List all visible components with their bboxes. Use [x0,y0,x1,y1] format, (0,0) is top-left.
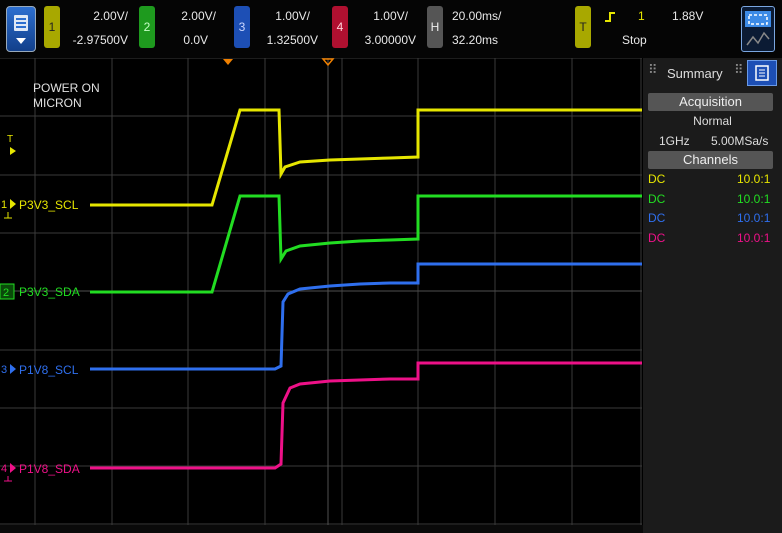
ch1-coupling: DC [648,172,666,186]
trigger-level-marker-letter: T [7,134,13,145]
channel-2-scale: 2.00V/ [181,9,216,23]
rising-edge-icon [605,12,615,22]
channel-2-button[interactable]: 2 [139,6,155,48]
run-status: Stop [622,33,647,47]
sample-rate: 5.00MSa/s [711,134,769,148]
ch2-coupling: DC [648,192,666,206]
trigger-source: 1 [638,9,645,23]
acquisition-mode: Normal [693,114,732,128]
channel-4-offset: 3.00000V [364,33,416,47]
bandwidth: 1GHz [659,134,690,148]
top-status-bar: 1 2.00V/ -2.97500V 2 2.00V/ 0.0V 3 1.00V… [0,0,782,58]
channel-4-button[interactable]: 4 [332,6,348,48]
panel-menu-button[interactable] [747,60,777,86]
menu-down-icon [14,15,28,44]
ch1-probe: 10.0:1 [737,172,771,186]
channel-4-scale: 1.00V/ [373,9,408,23]
channel-3-scale: 1.00V/ [275,9,310,23]
horizontal-scale: 20.00ms/ [452,9,502,23]
channel-3-offset: 1.32500V [266,33,318,47]
channel-2-offset: 0.0V [183,33,208,47]
ch3-coupling: DC [648,211,666,225]
screen-annotation-line2: MICRON [33,96,82,110]
channel-4-marker-number: 4 [1,463,7,475]
acquisition-header[interactable]: Acquisition [648,93,773,111]
channel-1-button[interactable]: 1 [44,6,60,48]
panel-tab-summary[interactable]: Summary [667,66,723,90]
screen-annotation-line1: POWER ON [33,81,100,95]
list-icon [755,65,769,81]
ch3-probe: 10.0:1 [737,211,771,225]
panel-grip-icon[interactable]: ⠿ [648,62,658,86]
ch2-probe: 10.0:1 [737,192,771,206]
panel-grip-icon-2[interactable]: ⠿ [734,62,744,86]
channel-3-button[interactable]: 3 [234,6,250,48]
channel-1-scale: 2.00V/ [93,9,128,23]
horizontal-button[interactable]: H [427,6,443,48]
channel-1-offset: -2.97500V [72,33,128,47]
zoom-box-icon [745,11,771,46]
channel-1-marker-number: 1 [1,199,7,211]
ch4-probe: 10.0:1 [737,231,771,245]
bottom-strip [0,525,643,533]
main-menu-button[interactable] [6,6,36,52]
trace-label-ch4: P1V8_SDA [19,462,80,476]
waveform-display[interactable]: T POWER ON MICRON 1 P3V3_SCL 2 P3V3_SDA … [0,58,642,525]
trigger-level: 1.88V [672,9,704,23]
touch-mode-button[interactable] [741,6,775,52]
ch4-coupling: DC [648,231,666,245]
trigger-button[interactable]: T [575,6,591,48]
channels-header[interactable]: Channels [648,151,773,169]
trace-label-ch3: P1V8_SCL [19,363,79,377]
channel-2-marker-number: 2 [3,287,9,299]
trace-label-ch2: P3V3_SDA [19,285,80,299]
channel-3-marker-number: 3 [1,364,7,376]
summary-panel: ⠿ Summary ⠿ Acquisition Normal 1GHz 5.00… [643,58,782,533]
channel-2-marker[interactable]: 2 [0,283,15,300]
trace-label-ch1: P3V3_SCL [19,198,79,212]
horizontal-position: 32.20ms [452,33,499,47]
